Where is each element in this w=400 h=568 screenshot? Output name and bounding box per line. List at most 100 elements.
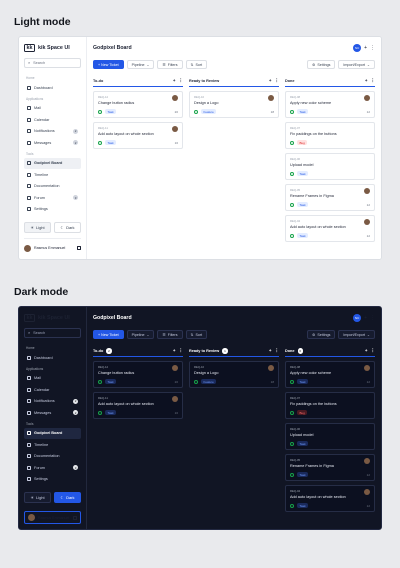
column-actions: + ⋮ [365, 348, 375, 354]
toolbar: + New Ticket Pipeline ⌄ ☰ Filters ⇅ Sort… [93, 60, 375, 69]
logout-icon[interactable] [77, 246, 81, 250]
theme-dark-button[interactable]: ☾ Dark [54, 222, 81, 233]
sidebar-item-mail[interactable]: Mail [24, 373, 81, 385]
sidebar-item-calendar[interactable]: Calendar [24, 384, 81, 396]
theme-light-button[interactable]: ☀ Light [24, 492, 51, 503]
board-column: Done + ⋮ REQ-08 Apply new color scheme Task 12… [285, 78, 375, 242]
import-export-button[interactable]: Import/Export ⌄ [338, 60, 375, 69]
mail-icon [27, 376, 31, 381]
ticket-card[interactable]: REQ-11 Add auto layout on whole section Ta… [93, 392, 183, 419]
sidebar-item-messages[interactable]: Messages 2 [24, 407, 81, 419]
ticket-tag: Task [105, 379, 117, 384]
plus-icon[interactable]: + [364, 45, 367, 51]
column-header: Ready to Review + ⋮ [189, 78, 279, 87]
more-icon[interactable]: ⋮ [179, 78, 184, 84]
ticket-card[interactable]: REQ-12 Change button radius Task 20 [93, 361, 183, 388]
more-icon[interactable]: ⋮ [275, 348, 280, 354]
new-ticket-button[interactable]: + New Ticket [93, 330, 124, 339]
user-profile[interactable]: Rasmus Emmanuel [24, 238, 81, 254]
ticket-card[interactable]: REQ-05 Rename Frames in Figma Task 12 [285, 454, 375, 481]
user-profile[interactable]: Rasmus Emmanuel [24, 511, 81, 524]
sidebar-item-forum[interactable]: Forum 3 [24, 192, 81, 204]
ticket-footer: Task 12 [290, 233, 370, 238]
plus-icon[interactable]: + [364, 315, 367, 321]
timeline-icon [27, 172, 31, 177]
sort-button[interactable]: ⇅ Sort [185, 330, 208, 339]
ticket-id: REQ-06 [290, 157, 301, 161]
ticket-card[interactable]: REQ-04 Add auto layout on whole section Ta… [285, 485, 375, 512]
avatar[interactable]: NC [353, 44, 362, 52]
ticket-card[interactable]: REQ-10 Design a Logo Feature 18 [189, 91, 279, 118]
ticket-tag: Feature [201, 109, 217, 114]
sidebar-item-timeline[interactable]: Timeline [24, 439, 81, 451]
avatar[interactable]: NC [353, 314, 362, 322]
ticket-tag: Task [105, 410, 117, 415]
sidebar-item-forum[interactable]: Forum 3 [24, 462, 81, 474]
ticket-card[interactable]: REQ-07 Fix paddings on the buttons Bug [285, 122, 375, 149]
sidebar-item-calendar[interactable]: Calendar [24, 114, 81, 126]
ticket-card[interactable]: REQ-11 Add auto layout on whole section Ta… [93, 122, 183, 149]
sort-button[interactable]: ⇅ Sort [185, 60, 208, 69]
plus-icon[interactable]: + [269, 348, 272, 354]
plus-icon[interactable]: + [173, 348, 176, 354]
import-export-button[interactable]: Import/Export ⌄ [338, 330, 375, 339]
plus-icon[interactable]: + [365, 348, 368, 354]
theme-light-button[interactable]: ☀ Light [24, 222, 51, 233]
ticket-tag: Task [105, 140, 117, 145]
plus-icon[interactable]: + [269, 78, 272, 84]
filters-button[interactable]: ☰ Filters [157, 60, 183, 69]
topbar-actions: NC + ⋮ [353, 44, 375, 52]
search-input[interactable]: ⌕ Search [24, 58, 81, 68]
more-icon[interactable]: ⋮ [371, 348, 376, 354]
more-icon[interactable]: ⋮ [371, 78, 376, 84]
pipeline-button[interactable]: Pipeline ⌄ [126, 330, 155, 339]
status-icon [194, 379, 198, 384]
ticket-card[interactable]: REQ-10 Design a Logo Feature 18 [189, 361, 279, 388]
sidebar-item-mail[interactable]: Mail [24, 103, 81, 115]
sidebar-item-notifications[interactable]: Notifications 2 [24, 126, 81, 138]
plus-icon[interactable]: + [173, 78, 176, 84]
nav-group-label: Tools [26, 151, 34, 156]
theme-dark-label: Dark [66, 225, 75, 230]
settings-button[interactable]: ⚙ Settings [307, 60, 336, 69]
column-actions: + ⋮ [269, 78, 279, 84]
sidebar-item-timeline[interactable]: Timeline [24, 169, 81, 181]
new-ticket-button[interactable]: + New Ticket [93, 60, 124, 69]
ticket-comment-count: 12 [366, 109, 370, 114]
more-icon[interactable]: ⋮ [370, 45, 375, 51]
ticket-card[interactable]: REQ-12 Change button radius Task 20 [93, 91, 183, 118]
dark-mode-app: kk kik Space UI ⌕ Search Home Dashboard Ap… [18, 306, 382, 530]
sidebar-item-documentation[interactable]: Documentation [24, 181, 81, 193]
sidebar-item-dashboard[interactable]: Dashboard [24, 82, 81, 94]
ticket-card[interactable]: REQ-07 Fix paddings on the buttons Bug [285, 392, 375, 419]
theme-dark-button[interactable]: ☾ Dark [54, 492, 81, 503]
status-icon [290, 441, 294, 446]
logout-icon[interactable] [73, 515, 77, 520]
ticket-card[interactable]: REQ-04 Add auto layout on whole section Ta… [285, 215, 375, 242]
ticket-card[interactable]: REQ-06 Upload model Task [285, 423, 375, 450]
more-icon[interactable]: ⋮ [179, 348, 184, 354]
sidebar-item-messages[interactable]: Messages 2 [24, 137, 81, 149]
sidebar: kk kik Space UI ⌕ Search Home Dashboard Ap… [19, 37, 87, 259]
sidebar-item-dashboard[interactable]: Dashboard [24, 352, 81, 364]
pipeline-button[interactable]: Pipeline ⌄ [126, 60, 155, 69]
search-input[interactable]: ⌕ Search [24, 328, 81, 338]
ticket-card[interactable]: REQ-08 Apply new color scheme Task 12 [285, 91, 375, 118]
sidebar-item-settings[interactable]: Settings [24, 204, 81, 216]
sidebar-item-godpixel-board[interactable]: Godpixel Board [24, 157, 81, 169]
filters-button[interactable]: ☰ Filters [157, 330, 183, 339]
sidebar-item-label: Godpixel Board [34, 431, 63, 436]
ticket-card[interactable]: REQ-08 Apply new color scheme Task 12 [285, 361, 375, 388]
board-column: Done 6 + ⋮ REQ-08 Apply new color scheme Task 1… [285, 348, 375, 512]
ticket-card[interactable]: REQ-06 Upload model Task [285, 153, 375, 180]
ticket-card[interactable]: REQ-05 Rename Frames in Figma Task 12 [285, 184, 375, 211]
more-icon[interactable]: ⋮ [275, 78, 280, 84]
sidebar-item-notifications[interactable]: Notifications 2 [24, 396, 81, 408]
sidebar-item-godpixel-board[interactable]: Godpixel Board [24, 427, 81, 439]
more-icon[interactable]: ⋮ [370, 315, 375, 321]
sidebar-item-documentation[interactable]: Documentation [24, 451, 81, 463]
plus-icon[interactable]: + [365, 78, 368, 84]
sidebar-item-settings[interactable]: Settings [24, 474, 81, 486]
ticket-id: REQ-08 [290, 365, 301, 369]
settings-button[interactable]: ⚙ Settings [307, 330, 336, 339]
